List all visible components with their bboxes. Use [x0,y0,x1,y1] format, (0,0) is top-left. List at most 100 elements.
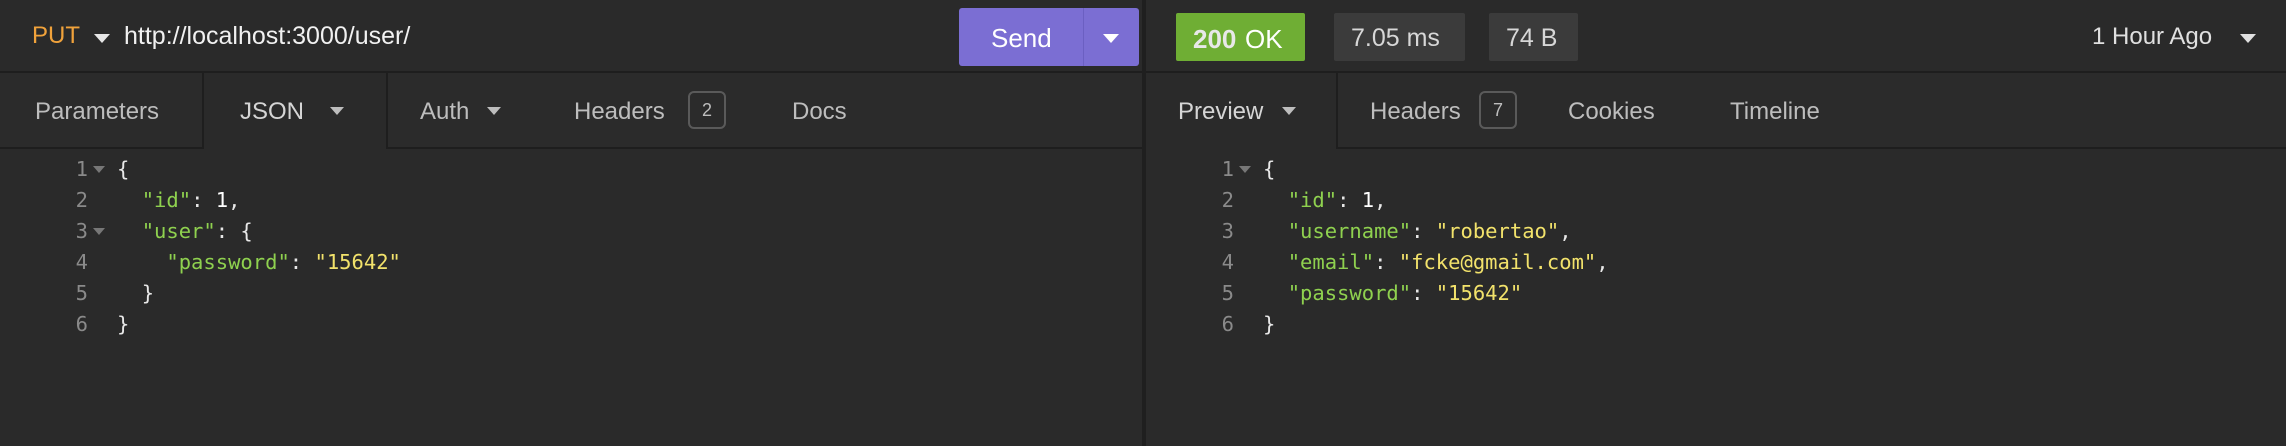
request-body-editor[interactable]: 1 {2 "id": 1, 3 "user": { 4 "password": "15… [0,149,1142,446]
json-punctuation: } [1263,312,1276,336]
json-key: "id" [1287,188,1338,212]
response-history-select[interactable]: 1 Hour Ago [2092,23,2212,51]
response-size-badge: 74 B [1489,13,1578,61]
code-text: "id": 1, [1263,188,1387,212]
status-code: 200 [1193,24,1237,54]
tab-label: Cookies [1568,98,1655,125]
status-badge: 200 OK [1176,13,1305,61]
tab-label: Timeline [1730,98,1820,125]
code-text: { [1263,157,1275,181]
code-text: } [1263,312,1275,336]
fold-chevron-icon[interactable] [1239,166,1251,173]
fold-chevron-icon[interactable] [93,228,105,235]
json-punctuation: { [1263,157,1276,181]
chevron-down-icon[interactable] [94,34,110,43]
json-punctuation: , [1596,250,1609,274]
response-pane: 200 OK 7.05 ms 74 B 1 Hour Ago Preview H… [1146,0,2286,446]
json-key: "user" [141,219,216,243]
line-number: 5 [75,281,88,305]
tab-label: JSON [240,98,305,125]
tab-response-headers[interactable]: Headers 7 [1340,73,1520,147]
tab-headers[interactable]: Headers 2 [546,73,746,147]
json-punctuation: , [1374,188,1387,212]
send-divider [1083,8,1084,66]
line-number: 1 [75,157,88,181]
tab-label: Headers [1370,98,1461,125]
tab-label: Preview [1178,98,1264,125]
response-status-bar: 200 OK 7.05 ms 74 B 1 Hour Ago [1146,0,2286,73]
json-punctuation: : [1411,281,1436,305]
code-text: "password": "15642" [1263,281,1523,305]
json-key: "password" [1287,281,1412,305]
response-size: 74 B [1506,24,1558,52]
chevron-down-icon[interactable] [2240,34,2256,43]
code-text: "username": "robertao", [1263,219,1572,243]
line-number: 4 [75,250,88,274]
json-key: "username" [1287,219,1412,243]
code-text: "email": "fcke@gmail.com", [1263,250,1609,274]
chevron-down-icon[interactable] [487,107,501,115]
json-key: "email" [1287,250,1375,274]
tab-timeline[interactable]: Timeline [1700,73,1840,147]
code-text: } [117,281,154,305]
send-button[interactable]: Send [959,8,1139,66]
json-string: "fcke@gmail.com" [1398,250,1597,274]
line-number: 6 [1221,312,1234,336]
request-tabs: Parameters JSON Auth Headers 2 Docs [0,73,1142,149]
headers-count-badge: 2 [688,91,726,129]
tab-json[interactable]: JSON [202,73,388,149]
json-key: "password" [166,250,290,274]
json-punctuation: { [117,157,130,181]
tab-preview[interactable]: Preview [1146,73,1338,149]
tab-label: Docs [792,98,847,125]
line-number: 3 [1221,219,1234,243]
line-number: 6 [75,312,88,336]
tab-label: Auth [420,98,470,125]
line-number: 3 [75,219,88,243]
tab-docs[interactable]: Docs [760,73,880,147]
url-input[interactable]: http://localhost:3000/user/ [124,22,410,51]
json-string: "15642" [1435,281,1523,305]
json-punctuation: : { [215,219,253,243]
response-body-viewer[interactable]: 1 {2 "id": 1, 3 "username": "robertao", 4 "… [1146,149,2286,446]
json-punctuation: } [117,312,130,336]
json-string: "robertao" [1435,219,1560,243]
line-number: 5 [1221,281,1234,305]
chevron-down-icon[interactable] [330,107,344,115]
line-number: 2 [75,188,88,212]
response-tabs: Preview Headers 7 Cookies Timeline [1146,73,2286,149]
tab-parameters[interactable]: Parameters [0,73,202,147]
response-headers-count-badge: 7 [1479,91,1517,129]
response-time-badge: 7.05 ms [1334,13,1465,61]
url-bar: PUT http://localhost:3000/user/ Send [0,0,1142,73]
line-number: 4 [1221,250,1234,274]
json-number: 1 [215,188,229,212]
request-pane: PUT http://localhost:3000/user/ Send Par… [0,0,1142,446]
tab-auth[interactable]: Auth [390,73,540,147]
fold-chevron-icon[interactable] [93,166,105,173]
response-time: 7.05 ms [1351,24,1440,52]
chevron-down-icon[interactable] [1282,107,1296,115]
code-text: { [117,157,129,181]
code-text: "id": 1, [117,188,241,212]
code-text: "password": "15642" [117,250,401,274]
json-punctuation: : [1411,219,1436,243]
http-method-select[interactable]: PUT [32,22,80,50]
code-text: } [117,312,129,336]
json-number: 1 [1361,188,1375,212]
send-options-chevron-icon[interactable] [1103,34,1119,43]
code-text: "user": { [117,219,253,243]
status-text: OK [1245,24,1283,54]
tab-label: Headers [574,98,665,125]
line-number: 1 [1221,157,1234,181]
json-punctuation: } [141,281,155,305]
tab-cookies[interactable]: Cookies [1538,73,1668,147]
